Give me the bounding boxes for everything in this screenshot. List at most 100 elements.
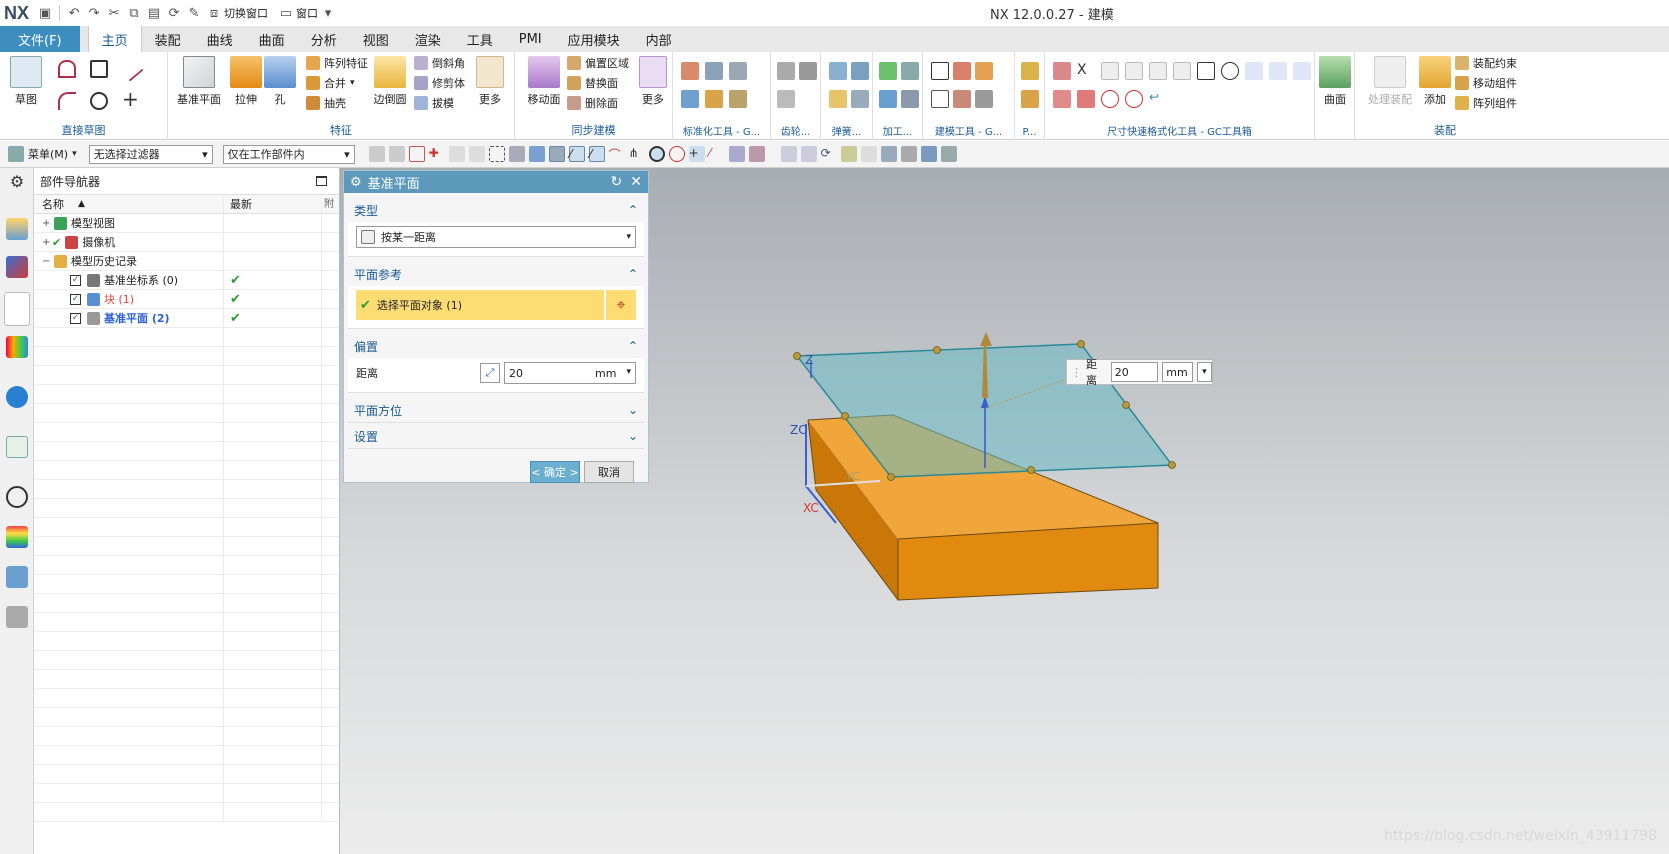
selection-scope-dropdown[interactable]: 仅在工作部件内 ▾ xyxy=(222,144,355,164)
tool-icon[interactable] xyxy=(953,90,971,108)
gear-icon[interactable] xyxy=(799,62,817,80)
rotate-icon[interactable]: ⟳ xyxy=(821,146,837,162)
dimension-icon[interactable] xyxy=(1125,90,1143,108)
tab-file[interactable]: 文件(F) xyxy=(0,26,80,52)
tab-curve[interactable]: 曲线 xyxy=(194,26,246,52)
assembly-constraint-button[interactable]: 装配约束 xyxy=(1455,54,1517,72)
dimension-icon[interactable] xyxy=(1293,62,1311,80)
tool-icon[interactable] xyxy=(975,62,993,80)
redo-icon[interactable]: ↷ xyxy=(84,3,104,23)
snap-icon[interactable]: ⌒ xyxy=(609,146,625,162)
view-icon[interactable] xyxy=(800,146,817,162)
select-icon[interactable] xyxy=(548,146,565,162)
dimension-icon[interactable] xyxy=(1173,62,1191,80)
measure-icon[interactable]: ⤢ xyxy=(480,363,500,383)
point-icon[interactable]: + xyxy=(122,89,140,109)
tab-home[interactable]: 主页 xyxy=(87,26,142,52)
tab-internal[interactable]: 内部 xyxy=(633,26,685,52)
check-icon[interactable] xyxy=(879,62,897,80)
tab-analysis[interactable]: 分析 xyxy=(298,26,350,52)
view-icon[interactable] xyxy=(940,146,957,162)
snap-icon[interactable] xyxy=(448,146,465,162)
settings-header[interactable]: 设置 ⌄ xyxy=(348,424,644,448)
column-extra[interactable]: 附 xyxy=(322,195,334,213)
close-icon[interactable]: ✕ xyxy=(630,174,642,190)
gear-icon[interactable] xyxy=(777,62,795,80)
tool-icon[interactable] xyxy=(705,62,723,80)
tool-icon[interactable] xyxy=(729,90,747,108)
move-component-button[interactable]: 移动组件 xyxy=(1455,74,1517,92)
distance-field[interactable]: 20 mm ▾ xyxy=(504,362,636,384)
distance-onscreen-unit[interactable]: mm xyxy=(1162,362,1193,382)
spring-icon[interactable] xyxy=(829,90,847,108)
chevron-down-icon[interactable]: ▾ xyxy=(72,149,77,159)
draft-button[interactable]: 拔模 xyxy=(414,94,454,112)
switch-window-button[interactable]: 切换窗口 xyxy=(224,5,268,21)
chevron-down-icon[interactable]: ▾ xyxy=(626,367,631,380)
tab-assembly[interactable]: 装配 xyxy=(142,26,194,52)
view-icon[interactable] xyxy=(900,146,917,162)
plane-reference-header[interactable]: 平面参考 ⌃ xyxy=(348,262,644,286)
tool-icon[interactable] xyxy=(901,62,919,80)
copy-icon[interactable]: ⧉ xyxy=(124,3,144,23)
dimension-icon[interactable] xyxy=(1245,62,1263,80)
filter-icon[interactable] xyxy=(368,146,385,162)
navigator-row[interactable]: ✓ 基准坐标系 (0) ✔ xyxy=(34,271,339,290)
snap-icon[interactable] xyxy=(728,146,745,162)
tab-view[interactable]: 视图 xyxy=(350,26,402,52)
save-icon[interactable]: ▣ xyxy=(35,3,55,23)
view-icon[interactable] xyxy=(840,146,857,162)
chevron-down-icon[interactable]: ▾ xyxy=(318,3,338,23)
dimension-icon[interactable] xyxy=(1221,62,1239,80)
plane-orientation-header[interactable]: 平面方位 ⌄ xyxy=(348,398,644,422)
expand-toggle-icon[interactable]: + xyxy=(42,237,52,248)
dimension-icon[interactable]: ↩ xyxy=(1149,90,1167,108)
dimension-icon[interactable] xyxy=(1101,62,1119,80)
undo-icon[interactable]: ↶ xyxy=(64,3,84,23)
cancel-button[interactable]: 取消 xyxy=(584,461,634,483)
part-navigator-icon[interactable] xyxy=(4,292,30,326)
snap-icon[interactable]: ⁄ xyxy=(709,146,725,162)
pattern-feature-button[interactable]: 阵列特征 xyxy=(306,54,368,72)
tool-icon[interactable] xyxy=(681,90,699,108)
switch-window-icon[interactable]: ⧈ xyxy=(204,3,224,23)
rectangle-icon[interactable] xyxy=(90,60,108,78)
cut-icon[interactable]: ✂ xyxy=(104,3,124,23)
web-browser-icon[interactable] xyxy=(6,436,28,458)
menu-button[interactable]: 菜单(M) xyxy=(28,146,68,162)
window-icon[interactable]: ▭ xyxy=(276,3,296,23)
dimension-icon[interactable] xyxy=(1149,62,1167,80)
gear-icon[interactable] xyxy=(777,90,795,108)
navigator-row[interactable]: + ✔ 摄像机 xyxy=(34,233,339,252)
dimension-icon[interactable] xyxy=(1197,62,1215,80)
shell-button[interactable]: 抽壳 xyxy=(306,94,346,112)
visibility-checkbox[interactable]: ✓ xyxy=(70,293,81,305)
tool-icon[interactable] xyxy=(705,90,723,108)
history-icon[interactable] xyxy=(6,486,28,508)
rectangle-select-icon[interactable] xyxy=(488,146,505,162)
tool-icon[interactable] xyxy=(901,90,919,108)
repeat-command-icon[interactable]: ⟳ xyxy=(164,3,184,23)
move-face-button[interactable]: 移动面 xyxy=(521,56,567,107)
delete-face-button[interactable]: 删除面 xyxy=(567,94,618,112)
triangle-icon[interactable] xyxy=(931,62,949,80)
sketch-button[interactable]: 草图 xyxy=(4,56,48,107)
visibility-checkbox[interactable]: ✓ xyxy=(70,312,81,324)
dimension-icon[interactable]: X xyxy=(1077,62,1095,80)
navigator-row[interactable]: − 模型历史记录 xyxy=(34,252,339,271)
tool-icon[interactable] xyxy=(1021,62,1039,80)
pattern-component-button[interactable]: 阵列组件 xyxy=(1455,94,1517,112)
process-studio-icon[interactable] xyxy=(6,566,28,588)
dimension-icon[interactable] xyxy=(1101,90,1119,108)
tab-render[interactable]: 渲染 xyxy=(402,26,454,52)
tab-surface[interactable]: 曲面 xyxy=(246,26,298,52)
snap-icon[interactable] xyxy=(408,146,425,162)
circle-icon[interactable] xyxy=(90,92,108,110)
offset-region-button[interactable]: 偏置区域 xyxy=(567,54,629,72)
chamfer-button[interactable]: 倒斜角 xyxy=(414,54,465,72)
trim-body-button[interactable]: 修剪体 xyxy=(414,74,465,92)
spring-icon[interactable] xyxy=(851,62,869,80)
tab-pmi[interactable]: PMI xyxy=(506,26,555,52)
hd3d-tools-icon[interactable] xyxy=(6,386,28,408)
ok-button[interactable]: < 确定 > xyxy=(530,461,580,483)
